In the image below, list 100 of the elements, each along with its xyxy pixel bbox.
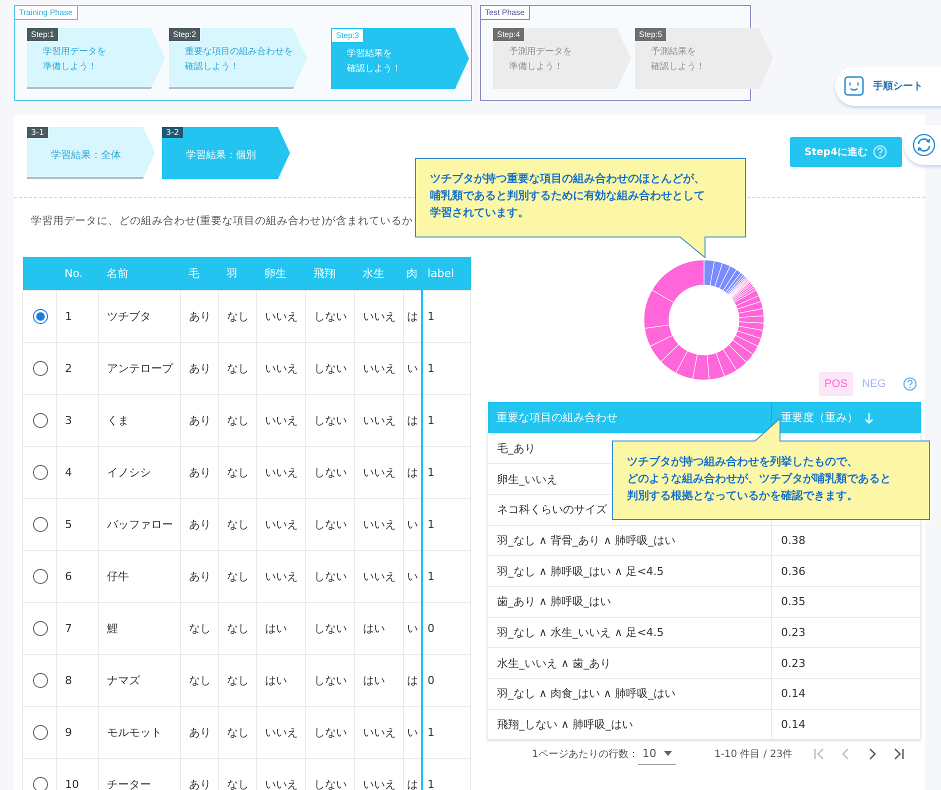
table-cell: 鯉: [98, 602, 180, 654]
table-cell: 羽_なし ∧ 肉食_はい ∧ 肺呼吸_はい: [488, 678, 772, 710]
header-cell: [22, 257, 56, 290]
table-cell: はい: [256, 602, 306, 654]
table-cell: 0.36: [772, 556, 920, 586]
step-tag: 3-2: [162, 127, 184, 138]
table-cell: しない: [306, 394, 354, 446]
table-cell: 6: [56, 550, 98, 602]
table-cell: あり: [180, 498, 218, 550]
table-cell: なし: [218, 550, 256, 602]
column-header: label: [422, 257, 470, 290]
table-cell: 0.14: [772, 678, 920, 710]
caret-icon: [664, 750, 672, 756]
table-cell: 5: [56, 498, 98, 550]
table-cell: しない: [306, 550, 354, 602]
description-text: 学習用データに、どの組み合わせ(重要な項目の組み合わせ)が含まれているか: [31, 215, 414, 227]
table-cell: 歯_あり ∧ 肺呼吸_はい: [488, 586, 772, 618]
rows-per-page-select[interactable]: 10: [638, 744, 676, 765]
table-cell: いいえ: [256, 446, 306, 498]
table-cell: 0.38: [772, 525, 920, 556]
table-cell: 仔牛: [98, 550, 180, 602]
table-cell: あり: [180, 342, 218, 394]
table-cell: はい: [354, 602, 404, 654]
step-tag: Step:3: [331, 28, 364, 43]
step-label: 予測用データを: [509, 46, 572, 59]
sheet-icon: [843, 75, 865, 97]
step-tab[interactable]: Step:1 学習用データを 準備しよう！: [27, 28, 165, 89]
table-cell: しない: [306, 498, 354, 550]
step-tag: Step:1: [27, 28, 58, 41]
table-cell: 1: [56, 290, 98, 342]
table-cell: いいえ: [354, 498, 404, 550]
table-cell: 1: [422, 446, 470, 498]
step-tag: Step:2: [169, 28, 200, 41]
table-cell: 羽_なし ∧ 肺呼吸_はい ∧ 足<4.5: [488, 556, 772, 586]
column-header: 肉: [404, 257, 422, 290]
help-icon: [903, 376, 917, 390]
radio-button[interactable]: [33, 308, 48, 324]
step-tag: Step:4: [493, 28, 524, 41]
table-cell: 7: [56, 602, 98, 654]
step-tag: Step:5: [635, 28, 666, 41]
table-cell: なし: [218, 602, 256, 654]
table-cell: しない: [306, 602, 354, 654]
help-sheet-button[interactable]: 手順シート: [835, 66, 941, 106]
table-cell: 2: [56, 342, 98, 394]
column-header: No.: [56, 257, 98, 290]
table-cell: 1: [422, 706, 470, 758]
table-cell: イノシシ: [98, 446, 180, 498]
table-cell: 4: [56, 446, 98, 498]
radio-button[interactable]: [33, 724, 48, 740]
help-icon: [873, 145, 888, 159]
table-cell: 羽_なし ∧ 水生_いいえ ∧ 足<4.5: [488, 617, 772, 648]
step-tab[interactable]: Step:2 重要な項目の組み合わせを 確認しよう！: [169, 28, 307, 89]
substep-tab[interactable]: 3-2 学習結果：個別: [162, 127, 290, 179]
table-cell: いいえ: [256, 342, 306, 394]
radio-button[interactable]: [33, 464, 48, 480]
table-cell: なし: [218, 394, 256, 446]
radio-button[interactable]: [33, 672, 48, 688]
table-cell: なし: [218, 342, 256, 394]
table-cell: は: [404, 290, 422, 342]
table-cell: アンテロープ: [98, 342, 180, 394]
table-cell: しない: [306, 446, 354, 498]
column-header: 飛翔: [306, 257, 354, 290]
table-cell: モルモット: [98, 706, 180, 758]
column-header: 羽: [218, 257, 256, 290]
refresh-icon: [912, 133, 936, 157]
step-label: 予測結果を: [651, 46, 696, 59]
table-cell: なし: [218, 654, 256, 706]
step-label: 学習結果：個別: [185, 149, 256, 162]
table-cell: 1: [422, 758, 470, 790]
radio-button[interactable]: [33, 516, 48, 532]
table-cell: いいえ: [256, 550, 306, 602]
sort-down-icon: [864, 412, 874, 424]
table-cell: いいえ: [354, 342, 404, 394]
table-cell: いいえ: [354, 394, 404, 446]
phase-title: Training Phase: [15, 6, 78, 20]
step-label: 確認しよう！: [185, 60, 239, 74]
radio-button[interactable]: [33, 620, 48, 636]
table-cell: はい: [354, 654, 404, 706]
radio-button[interactable]: [33, 776, 48, 790]
radio-button[interactable]: [33, 412, 48, 428]
table-cell: しない: [306, 290, 354, 342]
table-cell: いいえ: [354, 446, 404, 498]
step-label: 確認しよう！: [347, 62, 401, 76]
table-cell: 0.35: [772, 586, 920, 618]
table-cell: あり: [180, 446, 218, 498]
step-label: 学習結果を: [347, 48, 392, 61]
table-cell: はい: [256, 654, 306, 706]
table-cell: なし: [218, 498, 256, 550]
table-cell: 1: [422, 498, 470, 550]
table-cell: いいえ: [256, 394, 306, 446]
table-cell: 8: [56, 654, 98, 706]
table-cell: 3: [56, 394, 98, 446]
table-cell: いいえ: [354, 706, 404, 758]
page-range-text: 1-10 件目 / 23件: [714, 748, 793, 762]
column-header: 卵生: [256, 257, 306, 290]
substep-tab[interactable]: 3-1 学習結果：全体: [27, 127, 155, 179]
table-cell: なし: [218, 446, 256, 498]
radio-button[interactable]: [33, 568, 48, 584]
radio-button[interactable]: [33, 360, 48, 376]
table-cell: なし: [218, 706, 256, 758]
